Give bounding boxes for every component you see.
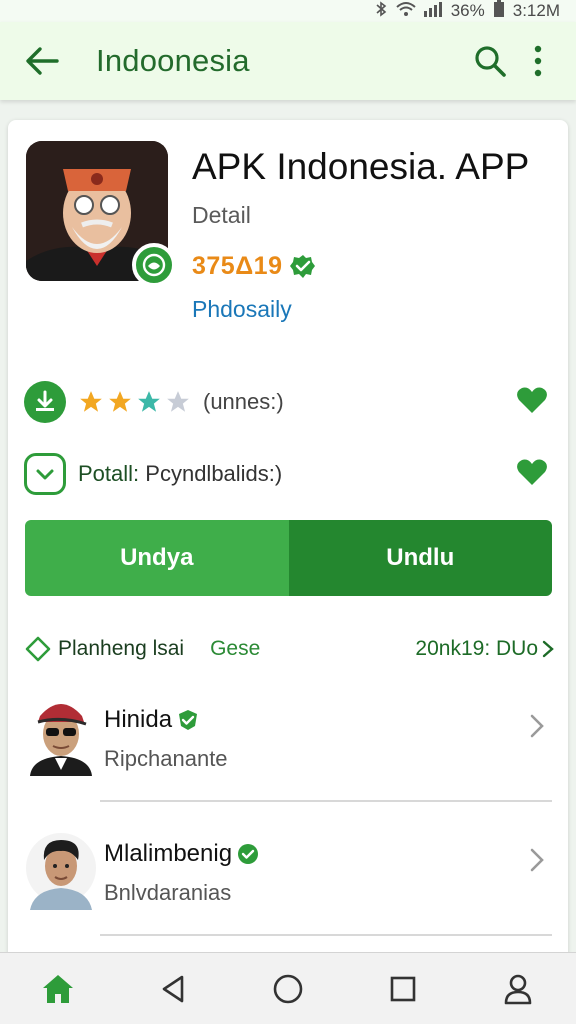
heart-icon — [517, 459, 547, 485]
section-header: Planheng lsai Gese 20nk19: DUo — [24, 634, 554, 664]
wifi-icon — [395, 1, 417, 22]
star-empty-icon — [167, 391, 189, 412]
more-vert-icon — [534, 45, 542, 77]
search-button[interactable] — [466, 37, 514, 85]
battery-percent: 36% — [450, 1, 485, 20]
status-time: 3:12M — [512, 1, 560, 20]
list-item[interactable]: Mlalimbenig Bnlvdaranias — [22, 826, 554, 930]
app-bar: Indoonesia — [0, 22, 576, 100]
chevron-right-icon — [530, 714, 544, 738]
verified-check-icon — [289, 254, 315, 278]
section-title: Planheng lsai — [58, 637, 185, 660]
arrow-left-icon — [26, 47, 59, 75]
person-icon — [505, 974, 532, 1004]
star-icon — [109, 391, 131, 412]
downloads-row: 375Δ19 — [192, 252, 317, 281]
chevron-right-icon — [530, 848, 544, 872]
bottom-navigation — [0, 952, 576, 1024]
back-triangle-icon — [162, 975, 184, 1002]
app-verified-badge — [132, 243, 176, 287]
reviews-label: (unnes:) — [203, 389, 284, 414]
app-bar-title: Indoonesia — [96, 43, 250, 78]
user-name-row: Mlalimbenig — [104, 840, 260, 868]
verified-check-icon — [179, 710, 198, 730]
star-icon — [80, 391, 102, 412]
nav-home[interactable] — [28, 959, 88, 1019]
rating-row: (unnes:) — [24, 380, 552, 424]
app-icon — [26, 141, 176, 287]
app-detail-card: APK Indonesia. APP Detail 375Δ19 Phdosai… — [8, 120, 568, 980]
action-buttons: Undya Undlu — [25, 520, 552, 596]
user-subtitle: Ripchanante — [104, 746, 228, 771]
user-name: Mlalimbenig — [104, 840, 233, 867]
bluetooth-icon — [373, 0, 389, 22]
download-button[interactable]: Undlu — [288, 520, 552, 596]
avatar — [30, 704, 92, 776]
favorite-button[interactable] — [516, 386, 548, 419]
heart-icon — [517, 387, 547, 413]
back-button[interactable] — [14, 33, 70, 89]
publisher-link[interactable]: Phdosaily — [192, 296, 292, 323]
nav-recents[interactable] — [373, 959, 433, 1019]
chevron-right-icon — [542, 640, 554, 658]
battery-icon — [493, 0, 505, 23]
square-icon — [390, 976, 416, 1001]
avatar — [26, 833, 96, 910]
list-item[interactable]: Hinida Ripchanante — [22, 692, 554, 796]
status-icons — [373, 0, 443, 22]
detail-label: Detail — [192, 202, 251, 228]
favorite-install-button[interactable] — [516, 458, 548, 491]
install-row: Potall: Pcyndlbalids:) — [24, 452, 552, 496]
home-icon — [42, 974, 73, 1003]
more-options-button[interactable] — [514, 37, 562, 85]
user-subtitle: Bnlvdaranias — [104, 880, 232, 905]
status-bar: 36% 3:12M — [0, 0, 576, 22]
divider — [100, 934, 552, 936]
signal-icon — [423, 1, 443, 22]
shield-check-icon — [142, 253, 166, 277]
verified-check-icon — [238, 844, 259, 864]
diamond-icon — [24, 635, 52, 663]
user-name-row: Hinida — [104, 706, 200, 734]
install-label: Potall: Pcyndlbalids:) — [78, 461, 282, 487]
install-box-icon — [24, 453, 66, 495]
install-subtitle: Pcyndlbalids:) — [145, 461, 283, 486]
divider — [100, 800, 552, 802]
nav-back[interactable] — [143, 959, 203, 1019]
star-rating — [78, 389, 191, 415]
download-icon — [24, 381, 66, 423]
user-name: Hinida — [104, 706, 173, 733]
star-icon — [138, 391, 160, 412]
section-more-label: 20nk19: DUo — [415, 637, 538, 660]
app-title: APK Indonesia. APP — [192, 146, 530, 187]
nav-profile[interactable] — [488, 959, 548, 1019]
install-title: Potall: — [78, 461, 140, 486]
section-more-link[interactable]: 20nk19: DUo — [415, 637, 554, 661]
search-icon — [475, 46, 506, 77]
nav-home-circle[interactable] — [258, 959, 318, 1019]
section-tab[interactable]: Gese — [210, 637, 260, 661]
downloads-count: 375Δ19 — [192, 252, 283, 280]
circle-icon — [273, 974, 303, 1003]
primary-action-button[interactable]: Undya — [25, 520, 289, 596]
